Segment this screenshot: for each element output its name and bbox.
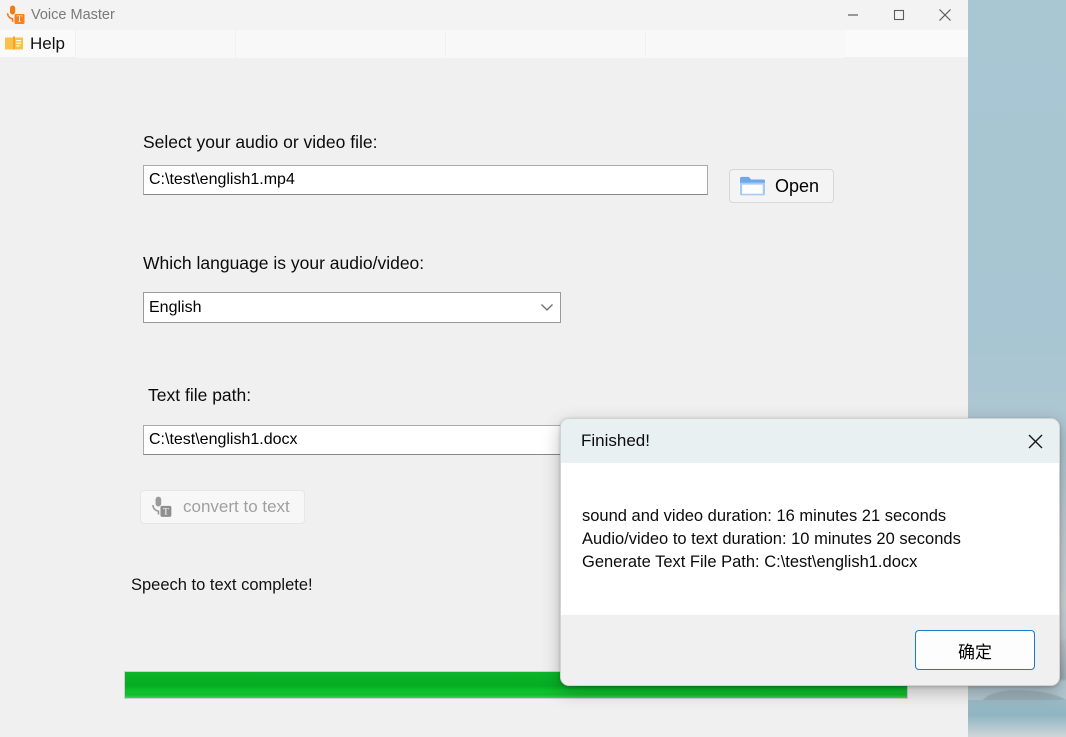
window-title: Voice Master <box>31 7 115 23</box>
dialog-title: Finished! <box>581 431 650 450</box>
menu-item-help-label: Help <box>30 33 65 53</box>
ribbon-segment <box>74 29 235 58</box>
mic-text-icon: T <box>6 5 25 24</box>
dialog-ok-button[interactable]: 确定 <box>915 630 1035 670</box>
open-button-label: Open <box>775 175 820 196</box>
svg-text:T: T <box>17 14 23 24</box>
ribbon-segment <box>644 29 845 58</box>
ribbon-segment <box>444 29 645 58</box>
title-bar: T Voice Master <box>0 0 968 30</box>
convert-to-text-button[interactable]: T convert to text <box>140 490 305 524</box>
open-button[interactable]: Open <box>729 169 835 203</box>
dialog-line-duration: sound and video duration: 16 minutes 21 … <box>582 507 947 525</box>
window-controls <box>830 0 968 30</box>
minimize-button[interactable] <box>830 0 876 30</box>
convert-to-text-label: convert to text <box>183 497 290 516</box>
close-button[interactable] <box>922 0 968 30</box>
dialog-line-output-path: Generate Text File Path: C:\test\english… <box>582 553 918 571</box>
file-path-input[interactable] <box>143 165 708 195</box>
chevron-down-icon <box>540 302 554 314</box>
book-icon <box>5 36 23 50</box>
dialog-header: Finished! <box>561 419 1059 463</box>
dialog-body: sound and video duration: 16 minutes 21 … <box>561 463 1059 615</box>
finished-dialog: Finished! sound and video duration: 16 m… <box>560 418 1060 686</box>
file-field-label: Select your audio or video file: <box>143 132 378 152</box>
mic-text-icon: T <box>152 496 172 518</box>
dialog-close-icon[interactable] <box>1013 419 1057 463</box>
ribbon-segment <box>234 29 445 58</box>
dialog-line-conversion: Audio/video to text duration: 10 minutes… <box>582 530 961 548</box>
dialog-footer: 确定 <box>561 615 1059 685</box>
language-select[interactable]: English <box>143 292 561 323</box>
language-select-value: English <box>149 298 202 316</box>
textpath-field-label: Text file path: <box>148 385 252 405</box>
status-message: Speech to text complete! <box>131 576 313 594</box>
folder-icon <box>740 176 765 196</box>
maximize-button[interactable] <box>876 0 922 30</box>
language-field-label: Which language is your audio/video: <box>143 253 425 273</box>
menu-bar: Help <box>0 29 968 58</box>
menu-item-help[interactable]: Help <box>0 31 75 57</box>
svg-text:T: T <box>163 507 169 518</box>
